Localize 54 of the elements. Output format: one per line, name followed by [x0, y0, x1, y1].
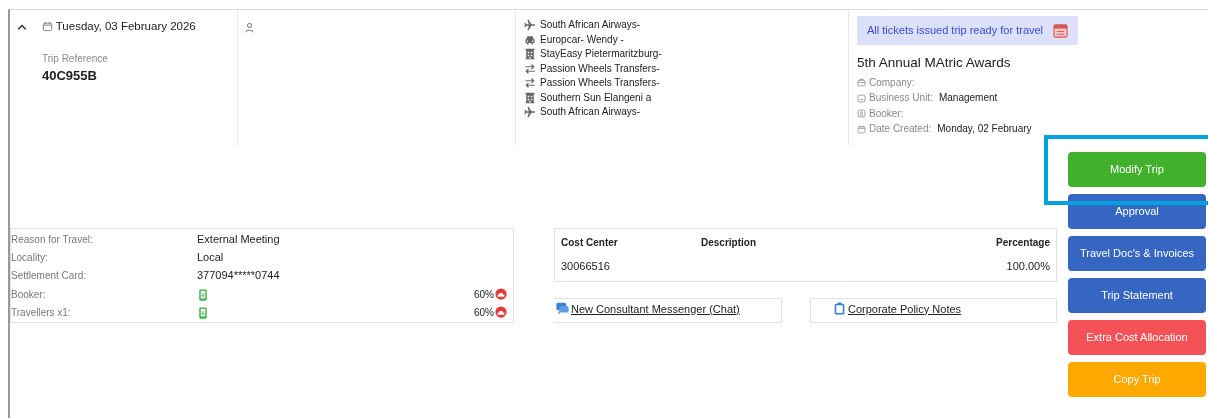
building-icon — [524, 48, 536, 61]
segment-text: Europcar- Wendy - — [540, 32, 624, 47]
table-cell-text: 100.00% — [1005, 259, 1051, 274]
detail-label: Date Created: — [869, 122, 932, 137]
card-icon — [857, 93, 866, 103]
info-label: Booker: — [11, 287, 47, 302]
segment-text: Passion Wheels Transfers- — [540, 76, 660, 90]
clipboard-icon — [833, 302, 846, 316]
info-value: 377094*****0744 — [197, 268, 281, 284]
trip-date: Tuesday, 03 February 2026 — [55, 19, 196, 34]
table-cell-text: 30066516 — [560, 259, 611, 274]
detail-value: Management — [938, 91, 998, 106]
column-header: Cost Center — [560, 236, 619, 250]
info-value: Local — [197, 250, 225, 266]
airplane-icon — [524, 19, 536, 32]
segment-text: Passion Wheels Transfers- — [540, 61, 660, 76]
detail-label: Business Unit: — [869, 91, 933, 106]
detail-value: Monday, 02 February — [937, 122, 1032, 137]
info-label: Reason for Travel: — [11, 232, 94, 247]
info-label: Locality: — [11, 250, 49, 265]
airplane-icon — [524, 106, 536, 119]
detail-label: Booker: — [869, 106, 904, 121]
building-icon — [524, 91, 536, 104]
info-value: External Meeting — [197, 231, 281, 247]
phone-icon — [197, 288, 209, 301]
detail-label: Company: — [869, 75, 915, 90]
status-text: All tickets issued trip ready for travel — [867, 23, 1044, 38]
segment-text: South African Airways- — [540, 18, 641, 32]
calendar-icon — [1053, 22, 1069, 38]
action-button[interactable]: Travel Doc's & Invoices — [1068, 236, 1206, 271]
segment-text: South African Airways- — [540, 105, 641, 119]
swap-arrows-icon — [524, 62, 536, 75]
phone-icon — [197, 307, 209, 320]
column-header: Description — [700, 236, 757, 250]
percent-value: 60% — [474, 305, 494, 320]
user-badge-icon — [857, 109, 866, 118]
action-button[interactable]: Trip Statement — [1068, 278, 1206, 313]
event-title: 5th Annual MAtric Awards — [857, 53, 1012, 72]
column-header: Percentage — [995, 236, 1051, 250]
trip-reference: 40C955B — [42, 67, 98, 86]
trip-reference-label: Trip Reference — [42, 52, 109, 67]
briefcase-icon — [857, 78, 866, 87]
action-button[interactable]: Modify Trip — [1068, 152, 1206, 187]
info-label: Travellers x1: — [11, 305, 72, 320]
percent-value: 60% — [474, 287, 494, 302]
swap-arrows-icon — [524, 77, 536, 90]
calendar-icon — [857, 124, 866, 134]
segment-text: Southern Sun Elangeni a — [540, 90, 652, 105]
chat-icon — [556, 302, 569, 316]
calendar-icon — [42, 21, 53, 33]
segment-text: StayEasy Pietermaritzburg- — [540, 47, 662, 61]
action-button[interactable]: Extra Cost Allocation — [1068, 320, 1206, 355]
person-icon — [244, 21, 255, 33]
info-label: Settlement Card: — [11, 269, 88, 284]
